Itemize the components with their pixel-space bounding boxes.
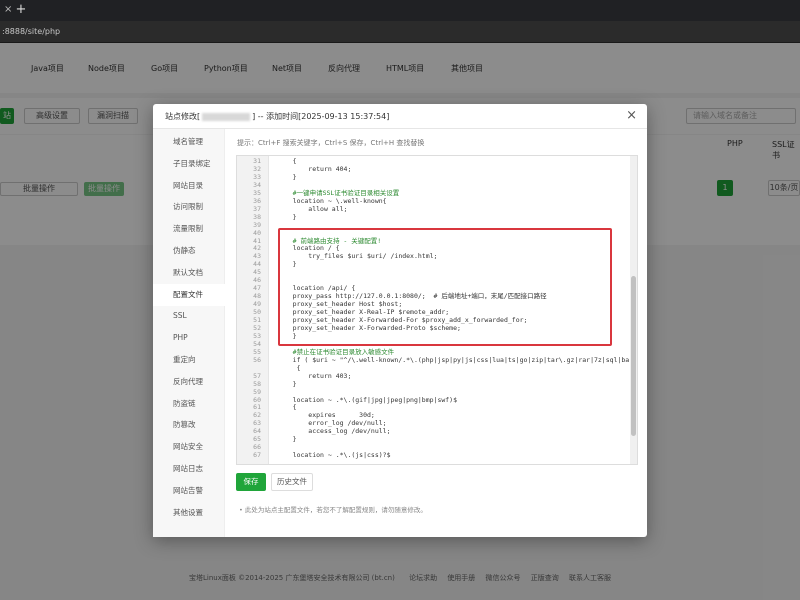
config-warning-text: 此处为站点主配置文件，若您不了解配置规则，请勿随意修改。 (244, 506, 427, 514)
history-files-button[interactable]: 历史文件 (271, 473, 313, 491)
config-warning-note: • 此处为站点主配置文件，若您不了解配置规则，请勿随意修改。 (239, 506, 427, 514)
browser-tabstrip: × + (0, 0, 800, 21)
sidebar-item[interactable]: SSL (153, 305, 225, 327)
sidebar-item[interactable]: 子目录绑定 (153, 153, 225, 175)
modal-title-suffix: ] -- 添加时间[2025-09-13 15:37:54] (252, 112, 390, 121)
save-button[interactable]: 保存 (236, 473, 266, 491)
editor-scrollbar[interactable] (630, 156, 637, 464)
sidebar-item[interactable]: 网站日志 (153, 458, 225, 480)
sidebar-item[interactable]: 其他设置 (153, 502, 225, 524)
sidebar-item[interactable]: 防盗链 (153, 393, 225, 415)
sidebar-item[interactable]: 默认文档 (153, 262, 225, 284)
config-code-editor[interactable]: 31 {32 return 404; 33 } 34 35 #一键申请SSL证书验证目… (236, 155, 638, 465)
editor-hint: 提示：Ctrl+F 搜索关键字，Ctrl+S 保存，Ctrl+H 查找替换 (237, 139, 425, 147)
blurred-site-name (202, 112, 251, 121)
modal-title-prefix: 站点修改[ (165, 112, 201, 121)
site-edit-modal: 站点修改[ ] -- 添加时间[2025-09-13 15:37:54] × 域名… (153, 104, 647, 537)
sidebar-item[interactable]: 配置文件 (153, 283, 225, 306)
highlight-box (278, 228, 612, 346)
sidebar-item[interactable]: 网站目录 (153, 175, 225, 197)
code-text[interactable]: location ~ .*\.(js|css)?$ (277, 451, 391, 461)
sidebar-item[interactable]: 流量限制 (153, 218, 225, 240)
sidebar-item[interactable]: 伪静态 (153, 240, 225, 262)
address-bar[interactable]: :8888/site/php (0, 21, 800, 43)
modal-header: 站点修改[ ] -- 添加时间[2025-09-13 15:37:54] × (153, 104, 647, 129)
sidebar-item[interactable]: 重定向 (153, 349, 225, 371)
sidebar-item[interactable]: 访问限制 (153, 196, 225, 218)
sidebar-item[interactable]: 域名管理 (153, 131, 225, 153)
close-icon[interactable]: × (626, 108, 637, 124)
sidebar-item[interactable]: 网站安全 (153, 436, 225, 458)
sidebar-item[interactable]: 网站告警 (153, 480, 225, 502)
editor-scrollbar-thumb[interactable] (631, 276, 636, 436)
sidebar-item[interactable]: 防篡改 (153, 414, 225, 436)
sidebar-item[interactable]: 反向代理 (153, 371, 225, 393)
modal-title: 站点修改[ ] -- 添加时间[2025-09-13 15:37:54] (165, 111, 389, 122)
code-line[interactable]: 67 location ~ .*\.(js|css)?$ (237, 451, 631, 461)
sidebar-item[interactable]: PHP (153, 327, 225, 349)
line-number: 67 (253, 451, 261, 460)
modal-sidebar: 域名管理 子目录绑定 网站目录 访问限制 流量限制 伪静态 默认文档 配置文件 SSL PHP 重定… (153, 129, 225, 537)
new-tab-button[interactable]: + (14, 2, 28, 18)
url-text[interactable]: :8888/site/php (2, 25, 60, 39)
